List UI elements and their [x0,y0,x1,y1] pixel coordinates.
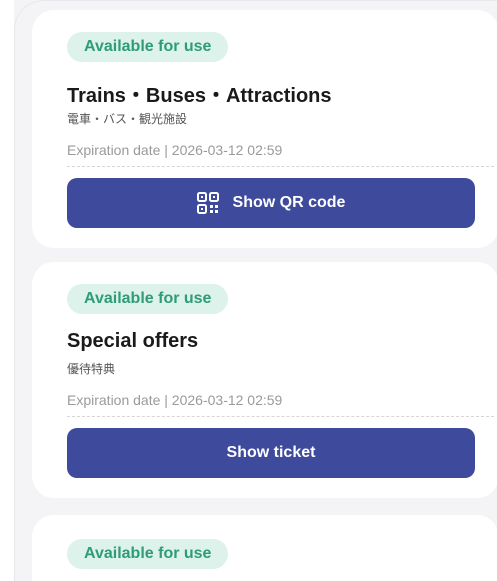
status-badge: Available for use [67,539,229,569]
status-badge: Available for use [67,32,229,62]
ticket-list: Available for use Trains・Buses・Attractio… [14,0,497,581]
divider [67,416,494,417]
ticket-title: Trains・Buses・Attractions [67,85,332,107]
expiration-date: Expiration date | 2026-03-12 02:59 [67,142,283,158]
ticket-card-third: Available for use [32,515,497,581]
ticket-title: Special offers [67,330,199,352]
status-badge: Available for use [67,284,229,314]
ticket-subtitle-ja: 電車・バス・観光施設 [67,112,188,126]
show-qr-code-label: Show QR code [232,194,346,211]
show-qr-code-button[interactable]: Show QR code [67,178,475,228]
show-ticket-button[interactable]: Show ticket [67,428,475,478]
expiration-date: Expiration date | 2026-03-12 02:59 [67,392,283,408]
qr-code-icon [196,192,219,214]
ticket-card-special-offers: Available for use Special offers 優待特典 Ex… [32,262,497,498]
ticket-card-transport: Available for use Trains・Buses・Attractio… [32,10,497,248]
ticket-subtitle-ja: 優待特典 [67,362,116,376]
show-ticket-label: Show ticket [226,444,316,461]
divider [67,166,494,167]
